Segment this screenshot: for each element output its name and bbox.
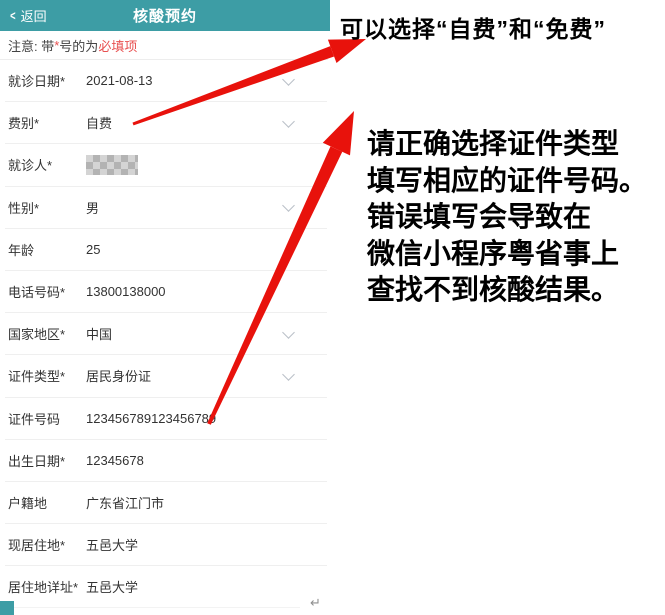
chevron-down-icon[interactable] (282, 199, 295, 212)
field-value[interactable]: 中国 (86, 324, 112, 343)
form-row: 出生日期*12345678 (5, 440, 327, 482)
notice-required-text: 必填项 (98, 36, 137, 55)
annotation-note-id: 请正确选择证件类型 填写相应的证件号码。 错误填写会导致在 微信小程序粤省事上 … (367, 126, 647, 309)
field-value[interactable]: 五邑大学 (86, 535, 138, 554)
form-row: 现居住地*五邑大学 (5, 524, 327, 566)
screenshot-root: < 返回 核酸预约 注意: 带*号的为必填项 就诊日期*2021-08-13费别… (0, 0, 665, 615)
chevron-down-icon[interactable] (282, 368, 295, 381)
field-label: 就诊日期* (5, 71, 86, 90)
field-label: 出生日期* (5, 451, 86, 470)
chevron-down-icon[interactable] (282, 73, 295, 86)
form-row: 证件号码123456789123456789 (5, 398, 327, 440)
field-label: 电话号码* (5, 282, 86, 301)
field-label: 费别* (5, 113, 86, 132)
page-title: 核酸预约 (0, 5, 330, 26)
field-label: 证件号码 (5, 409, 86, 428)
field-value[interactable]: 13800138000 (86, 284, 166, 299)
form-row: 年龄25 (5, 229, 327, 271)
next-section-header-partial (0, 601, 14, 615)
annotation-note-id-line: 错误填写会导致在 (367, 199, 647, 236)
field-label: 居住地详址* (5, 577, 86, 596)
annotation-note-id-line: 请正确选择证件类型 (367, 126, 647, 163)
form-row: 电话号码*13800138000 (5, 271, 327, 313)
form-row: 居住地详址*五邑大学 (5, 566, 300, 608)
form-row: 户籍地广东省江门市 (5, 482, 327, 524)
notice-middle: 号的为 (59, 36, 98, 55)
required-fields-notice: 注意: 带*号的为必填项 (0, 31, 328, 60)
field-label: 国家地区* (5, 324, 86, 343)
annotation-note-id-line: 填写相应的证件号码。 (367, 163, 647, 200)
field-value[interactable]: 12345678 (86, 453, 144, 468)
field-label: 年龄 (5, 240, 86, 259)
form-row[interactable]: 证件类型*居民身份证 (5, 355, 327, 397)
field-label: 户籍地 (5, 493, 86, 512)
form-row: 就诊人* (5, 144, 327, 186)
chevron-down-icon[interactable] (282, 115, 295, 128)
field-value[interactable]: 五邑大学 (86, 577, 138, 596)
appointment-form-panel: < 返回 核酸预约 注意: 带*号的为必填项 就诊日期*2021-08-13费别… (0, 0, 332, 615)
form-rows: 就诊日期*2021-08-13费别*自费就诊人*性别*男年龄25电话号码*138… (0, 60, 332, 608)
chevron-down-icon[interactable] (282, 326, 295, 339)
field-label: 证件类型* (5, 366, 86, 385)
return-arrow-glyph: ↵ (310, 596, 321, 611)
field-value[interactable]: 居民身份证 (86, 366, 151, 385)
field-label: 性别* (5, 198, 86, 217)
app-header: < 返回 核酸预约 (0, 0, 330, 31)
field-value[interactable]: 2021-08-13 (86, 73, 153, 88)
form-row[interactable]: 就诊日期*2021-08-13 (5, 60, 327, 102)
form-row[interactable]: 费别*自费 (5, 102, 327, 144)
redacted-patient-name[interactable] (86, 155, 138, 175)
field-value[interactable]: 广东省江门市 (86, 493, 164, 512)
field-label: 现居住地* (5, 535, 86, 554)
annotation-note-id-line: 查找不到核酸结果。 (367, 272, 647, 309)
field-value[interactable]: 自费 (86, 113, 112, 132)
notice-prefix: 注意: 带 (8, 36, 54, 55)
field-value[interactable]: 25 (86, 242, 100, 257)
field-label: 就诊人* (5, 155, 86, 174)
form-row[interactable]: 性别*男 (5, 187, 327, 229)
annotation-note-id-line: 微信小程序粤省事上 (367, 236, 647, 273)
annotation-note-fee: 可以选择“自费”和“免费” (340, 10, 662, 44)
field-value[interactable]: 123456789123456789 (86, 411, 216, 426)
field-value[interactable]: 男 (86, 198, 99, 217)
form-row[interactable]: 国家地区*中国 (5, 313, 327, 355)
